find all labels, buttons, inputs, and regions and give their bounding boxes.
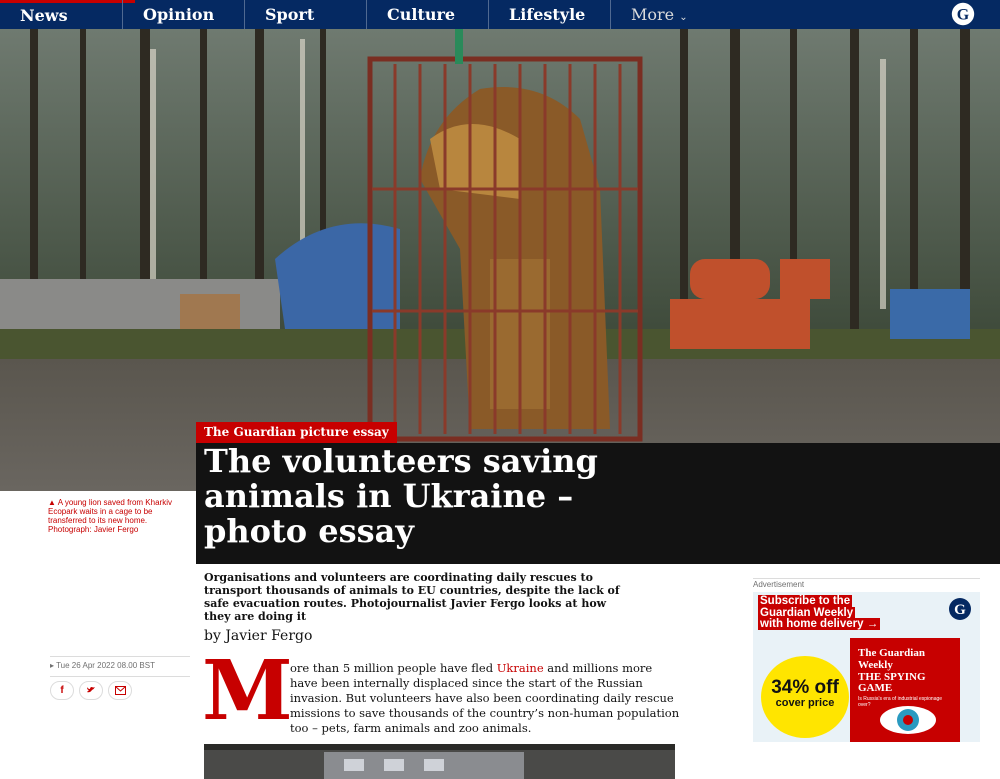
ad-headline-line: with home delivery → xyxy=(758,618,881,630)
article-body-photo xyxy=(204,744,675,779)
facebook-icon: f xyxy=(60,685,64,696)
nav-item-sport[interactable]: Sport xyxy=(244,0,379,29)
body-text-line1-end: and millions more xyxy=(543,661,653,675)
publish-date-text: Tue 26 Apr 2022 08.00 BST xyxy=(56,661,155,670)
nav-more-label: More xyxy=(631,5,675,24)
body-text-rest: have been internally displaced since the… xyxy=(290,676,680,735)
ukraine-link[interactable]: Ukraine xyxy=(497,661,544,675)
meta-divider xyxy=(50,656,190,657)
article-byline[interactable]: by Javier Fergo xyxy=(204,628,312,644)
expand-triangle-icon: ▸ xyxy=(50,661,55,670)
chevron-down-icon: ⌄ xyxy=(679,12,688,23)
nav-more-button[interactable]: More ⌄ xyxy=(610,0,720,29)
ad-headline-line: Subscribe to the xyxy=(758,595,853,607)
discount-text: 34% off cover price xyxy=(761,678,849,709)
lion-in-cage-image xyxy=(0,29,1000,491)
article-headline: The volunteers saving animals in Ukraine… xyxy=(204,442,598,550)
body-text-start: ore than 5 million people have fled xyxy=(290,661,497,675)
nav-item-culture[interactable]: Culture xyxy=(366,0,501,29)
nav-item-lifestyle[interactable]: Lifestyle xyxy=(488,0,610,29)
article-body-paragraph: ore than 5 million people have fled Ukra… xyxy=(290,661,680,736)
series-kicker[interactable]: The Guardian picture essay xyxy=(196,422,397,443)
advertisement-label: Advertisement xyxy=(753,578,980,589)
drop-cap: M xyxy=(202,643,293,739)
body-photo-image xyxy=(204,744,675,779)
share-facebook-button[interactable]: f xyxy=(50,681,74,700)
nav-item-opinion[interactable]: Opinion xyxy=(122,0,257,29)
kicker-label: The Guardian picture essay xyxy=(204,425,389,439)
meta-divider xyxy=(50,676,190,677)
discount-sub: cover price xyxy=(775,697,835,709)
twitter-icon xyxy=(87,687,95,693)
nav-item-label: Sport xyxy=(265,5,315,24)
nav-item-news[interactable]: News xyxy=(0,0,135,29)
ad-logo-letter: G xyxy=(954,602,966,618)
magazine-cover-line: THE SPYING GAME xyxy=(858,671,926,694)
share-email-button[interactable] xyxy=(108,681,132,700)
hero-photo xyxy=(0,29,1000,491)
caption-text: A young lion saved from Kharkiv Ecopark … xyxy=(48,498,172,534)
hero-caption: ▲ A young lion saved from Kharkiv Ecopar… xyxy=(48,498,184,534)
magazine-eye-icon xyxy=(880,706,936,734)
ad-headline-line: Guardian Weekly xyxy=(758,606,856,619)
share-twitter-button[interactable] xyxy=(79,681,103,700)
logo-letter: G xyxy=(957,7,970,24)
nav-item-label: Opinion xyxy=(143,5,215,24)
caption-triangle-icon: ▲ xyxy=(48,498,56,507)
email-icon xyxy=(114,685,126,695)
top-navigation: News Opinion Sport Culture Lifestyle Mor… xyxy=(0,0,1000,29)
nav-item-label: Lifestyle xyxy=(509,5,586,24)
publish-date[interactable]: ▸ Tue 26 Apr 2022 08.00 BST xyxy=(50,661,155,670)
ad-headline: Subscribe to the Guardian Weekly with ho… xyxy=(758,595,908,631)
article-standfirst: Organisations and volunteers are coordin… xyxy=(204,571,620,623)
nav-item-label: News xyxy=(20,6,68,25)
guardian-logo-icon[interactable]: G xyxy=(948,2,978,26)
guardian-logo-icon: G xyxy=(949,598,971,620)
magazine-title: The Guardian Weekly xyxy=(858,647,925,671)
nav-item-label: Culture xyxy=(387,5,456,24)
guardian-weekly-ad[interactable]: Subscribe to the Guardian Weekly with ho… xyxy=(753,592,980,742)
discount-value: 34% off xyxy=(771,677,839,698)
